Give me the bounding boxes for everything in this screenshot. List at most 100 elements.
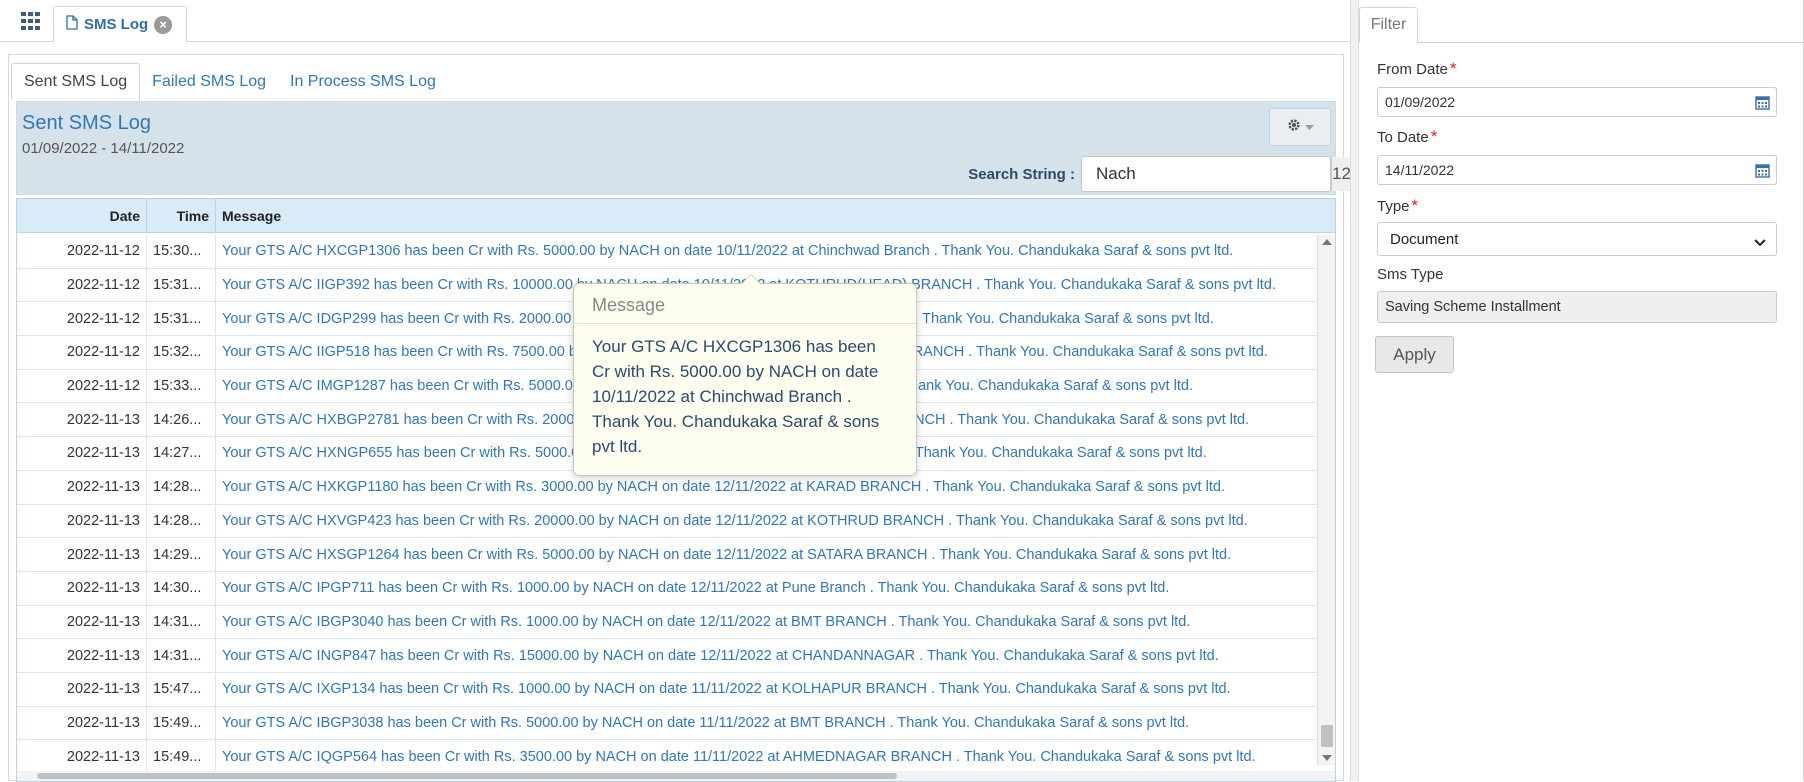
type-value: Document bbox=[1390, 230, 1459, 248]
settings-button[interactable] bbox=[1269, 108, 1331, 146]
top-bar: SMS Log × bbox=[0, 0, 1350, 43]
to-date-value: 14/11/2022 bbox=[1385, 162, 1455, 178]
search-input[interactable] bbox=[1082, 157, 1331, 191]
cell-date: 2022-11-13 bbox=[17, 403, 147, 437]
required-mark: * bbox=[1411, 196, 1419, 215]
tab-sent-sms-log[interactable]: Sent SMS Log bbox=[11, 63, 141, 101]
column-header-time[interactable]: Time bbox=[147, 199, 216, 232]
to-date-label: To Date * bbox=[1377, 127, 1438, 146]
cell-time: 15:49... bbox=[147, 740, 216, 773]
cell-message[interactable]: Your GTS A/C IPGP711 has been Cr with Rs… bbox=[216, 572, 1317, 605]
document-icon bbox=[66, 15, 78, 34]
tab-label: SMS Log bbox=[84, 16, 149, 33]
cell-time: 15:30... bbox=[147, 235, 216, 268]
divider bbox=[1359, 42, 1804, 43]
cell-date: 2022-11-12 bbox=[17, 302, 147, 336]
table-row[interactable]: 2022-11-12 15:30... Your GTS A/C HXCGP1306… bbox=[17, 235, 1317, 269]
grid-icon[interactable] bbox=[15, 8, 47, 34]
cell-time: 15:33... bbox=[147, 369, 216, 403]
required-mark: * bbox=[1449, 59, 1457, 78]
log-header: Sent SMS Log 01/09/2022 - 14/11/2022 Sea… bbox=[16, 101, 1380, 195]
cell-date: 2022-11-12 bbox=[17, 235, 147, 268]
page-title: Sent SMS Log bbox=[22, 112, 151, 134]
cell-date: 2022-11-13 bbox=[17, 740, 147, 773]
search-box: 12690 bbox=[1081, 156, 1380, 192]
cell-date: 2022-11-13 bbox=[17, 605, 147, 639]
cell-time: 14:31... bbox=[147, 639, 216, 672]
table-header: Date Time Message bbox=[17, 199, 1335, 233]
popover-title: Message bbox=[574, 284, 916, 324]
cell-message[interactable]: Your GTS A/C HXCGP1306 has been Cr with … bbox=[216, 235, 1317, 268]
cell-message[interactable]: Your GTS A/C INGP847 has been Cr with Rs… bbox=[216, 639, 1317, 672]
cell-time: 15:49... bbox=[147, 706, 216, 740]
table-row[interactable]: 2022-11-13 15:47... Your GTS A/C IXGP134 h… bbox=[17, 672, 1317, 707]
cell-time: 14:31... bbox=[147, 605, 216, 639]
cell-date: 2022-11-13 bbox=[17, 672, 147, 706]
cell-date: 2022-11-12 bbox=[17, 268, 147, 302]
scroll-down-icon[interactable] bbox=[1322, 755, 1332, 761]
table-row[interactable]: 2022-11-13 15:49... Your GTS A/C IQGP564 h… bbox=[17, 740, 1317, 774]
apply-button[interactable]: Apply bbox=[1375, 336, 1454, 373]
message-popover: Message Your GTS A/C HXCGP1306 has been … bbox=[573, 274, 917, 476]
scroll-thumb[interactable] bbox=[37, 773, 897, 779]
table-row[interactable]: 2022-11-13 14:31... Your GTS A/C INGP847 h… bbox=[17, 639, 1317, 673]
tab-filter[interactable]: Filter bbox=[1359, 7, 1418, 43]
cell-message[interactable]: Your GTS A/C IBGP3038 has been Cr with R… bbox=[216, 707, 1317, 740]
scroll-up-icon[interactable] bbox=[1322, 239, 1332, 245]
horizontal-scrollbar[interactable] bbox=[17, 771, 1335, 781]
cell-time: 15:32... bbox=[147, 336, 216, 369]
sms-type-label: Sms Type bbox=[1377, 266, 1444, 283]
cell-message[interactable]: Your GTS A/C HXSGP1264 has been Cr with … bbox=[216, 538, 1317, 571]
close-circle-icon[interactable]: × bbox=[154, 15, 173, 34]
cell-time: 15:31... bbox=[147, 268, 216, 302]
tab-sms-log[interactable]: SMS Log × bbox=[53, 6, 188, 43]
from-date-field[interactable]: 01/09/2022 bbox=[1377, 87, 1777, 117]
cell-message[interactable]: Your GTS A/C HXVGP423 has been Cr with R… bbox=[216, 505, 1317, 538]
cell-time: 14:29... bbox=[147, 538, 216, 571]
table-row[interactable]: 2022-11-13 15:49... Your GTS A/C IBGP3038 … bbox=[17, 706, 1317, 741]
cell-message[interactable]: Your GTS A/C IXGP134 has been Cr with Rs… bbox=[216, 673, 1317, 706]
calendar-icon[interactable] bbox=[1755, 163, 1770, 181]
cell-message[interactable]: Your GTS A/C IBGP3040 has been Cr with R… bbox=[216, 606, 1317, 639]
from-date-value: 01/09/2022 bbox=[1385, 94, 1456, 110]
cell-message[interactable]: Your GTS A/C IQGP564 has been Cr with Rs… bbox=[216, 740, 1317, 773]
table-row[interactable]: 2022-11-13 14:30... Your GTS A/C IPGP711 h… bbox=[17, 571, 1317, 606]
panel-splitter[interactable] bbox=[1350, 0, 1359, 781]
cell-date: 2022-11-13 bbox=[17, 504, 147, 538]
tab-failed-sms-log[interactable]: Failed SMS Log bbox=[140, 63, 278, 101]
table-row[interactable]: 2022-11-13 14:28... Your GTS A/C HXVGP423 … bbox=[17, 504, 1317, 539]
cell-time: 14:27... bbox=[147, 437, 216, 470]
to-date-field[interactable]: 14/11/2022 bbox=[1377, 155, 1777, 185]
log-tabs: Sent SMS Log Failed SMS Log In Process S… bbox=[11, 63, 448, 101]
column-header-message[interactable]: Message bbox=[216, 199, 1335, 232]
scroll-thumb[interactable] bbox=[1321, 725, 1333, 747]
required-mark: * bbox=[1430, 127, 1438, 146]
chevron-down-icon bbox=[1754, 234, 1766, 251]
gear-icon bbox=[1287, 118, 1301, 137]
cell-date: 2022-11-13 bbox=[17, 437, 147, 470]
cell-date: 2022-11-13 bbox=[17, 706, 147, 740]
type-label: Type * bbox=[1377, 196, 1419, 215]
cell-date: 2022-11-12 bbox=[17, 369, 147, 403]
cell-time: 15:31... bbox=[147, 302, 216, 336]
date-range: 01/09/2022 - 14/11/2022 bbox=[22, 140, 185, 157]
cell-time: 14:28... bbox=[147, 504, 216, 538]
popover-body: Your GTS A/C HXCGP1306 has been Cr with … bbox=[592, 337, 880, 456]
table-row[interactable]: 2022-11-13 14:31... Your GTS A/C IBGP3040 … bbox=[17, 605, 1317, 640]
type-select[interactable]: Document bbox=[1377, 222, 1777, 256]
chevron-down-icon bbox=[1304, 118, 1314, 136]
cell-date: 2022-11-13 bbox=[17, 639, 147, 672]
calendar-icon[interactable] bbox=[1755, 95, 1770, 113]
cell-date: 2022-11-13 bbox=[17, 571, 147, 605]
tab-in-process-sms-log[interactable]: In Process SMS Log bbox=[278, 63, 448, 101]
table-row[interactable]: 2022-11-13 14:29... Your GTS A/C HXSGP1264… bbox=[17, 538, 1317, 572]
sms-type-field: Saving Scheme Installment bbox=[1377, 291, 1777, 323]
cell-time: 14:30... bbox=[147, 571, 216, 605]
filter-panel: Filter From Date * 01/09/2022 To Date * 14… bbox=[1359, 0, 1804, 781]
cell-date: 2022-11-13 bbox=[17, 470, 147, 504]
cell-time: 15:47... bbox=[147, 672, 216, 706]
cell-time: 14:28... bbox=[147, 470, 216, 504]
column-header-date[interactable]: Date bbox=[17, 199, 147, 232]
cell-date: 2022-11-12 bbox=[17, 336, 147, 369]
vertical-scrollbar[interactable] bbox=[1317, 235, 1335, 765]
